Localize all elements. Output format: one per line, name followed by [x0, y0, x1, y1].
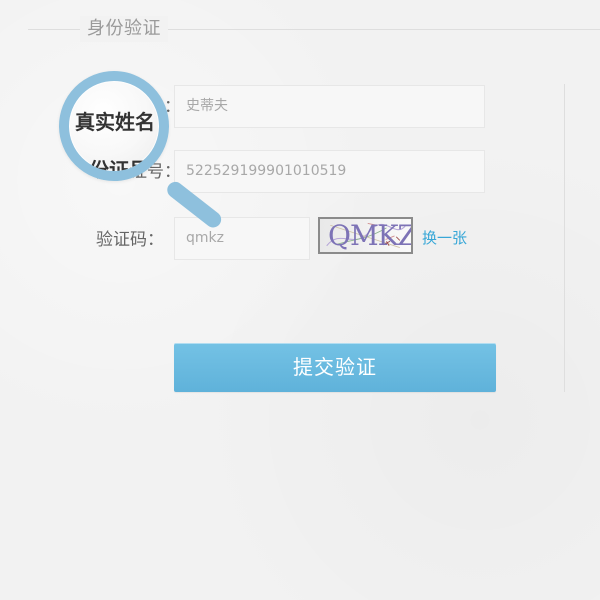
real-name-input[interactable]: 史蒂夫 — [174, 85, 485, 128]
submit-verification-button[interactable]: 提交验证 — [174, 343, 496, 392]
captcha-text: QMKZ — [328, 219, 413, 252]
captcha-label: 验证码： — [96, 230, 164, 250]
section-right-border — [564, 84, 565, 392]
captcha-input[interactable]: qmkz — [174, 217, 310, 260]
section-title: 身份验证 — [80, 16, 168, 42]
id-number-label: 身份证号： — [96, 162, 181, 182]
real-name-label: 真实姓名： — [96, 97, 181, 117]
id-number-input[interactable]: 522529199901010519 — [174, 150, 485, 193]
captcha-image[interactable]: QMKZ — [318, 217, 413, 254]
refresh-captcha-link[interactable]: 换一张 — [422, 227, 467, 248]
